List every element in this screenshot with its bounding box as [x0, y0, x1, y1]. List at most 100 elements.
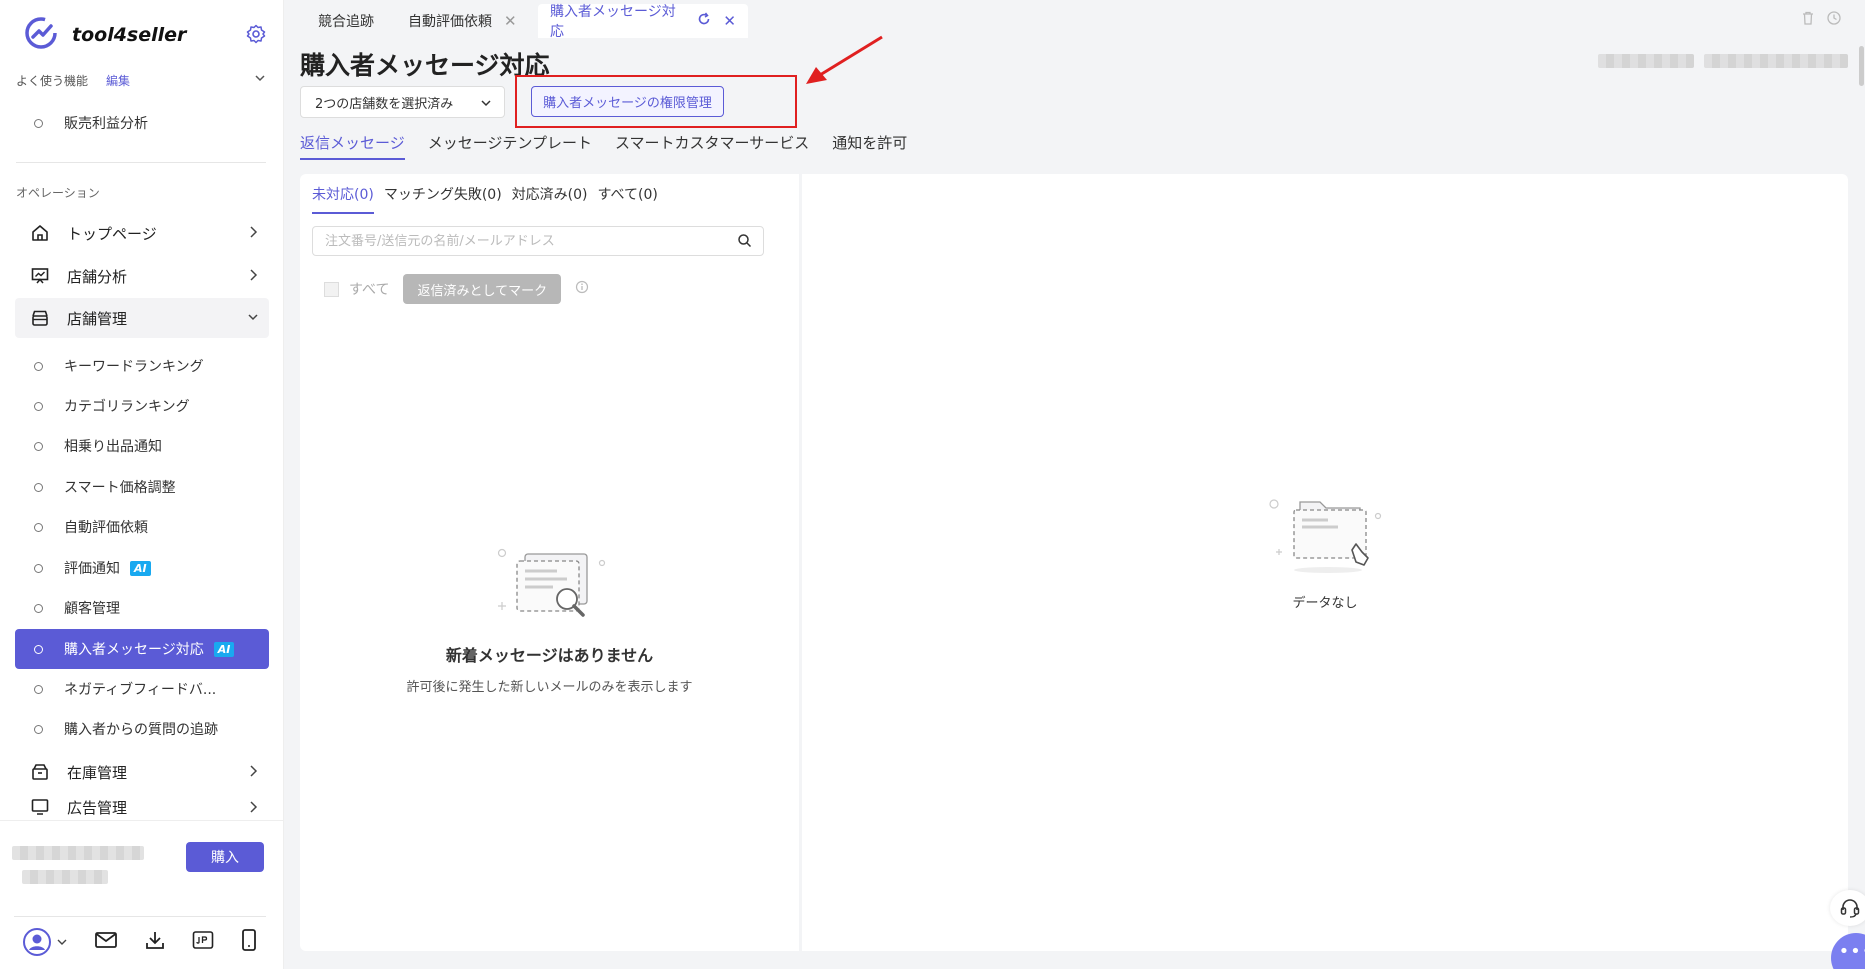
favorites-edit-link[interactable]: 編集	[106, 72, 130, 89]
sidebar-item-buyer-messages[interactable]: 購入者メッセージ対応 AI	[15, 629, 269, 669]
bullet-icon	[34, 441, 43, 451]
store-info-blurred	[1704, 54, 1848, 68]
filter-tab-handled[interactable]: 対応済み(0)	[512, 184, 588, 214]
select-all-checkbox[interactable]	[324, 281, 339, 297]
bullet-icon	[34, 361, 43, 371]
bullet-icon	[34, 644, 43, 654]
close-icon[interactable]: ✕	[723, 12, 736, 30]
empty-state-subtitle: 許可後に発生した新しいメールのみを表示します	[406, 680, 693, 695]
sidebar-item-review-alert[interactable]: 評価通知 AI	[15, 550, 269, 586]
store-select[interactable]: 2つの店舗数を選択済み	[300, 86, 505, 118]
message-detail-panel: データなし	[802, 174, 1848, 951]
trash-icon[interactable]	[1800, 10, 1816, 30]
menu-item-store-analysis[interactable]: 店舗分析	[15, 256, 269, 296]
refresh-icon[interactable]	[697, 12, 711, 30]
filter-tab-match-failed[interactable]: マッチング失敗(0)	[384, 184, 502, 214]
user-info-blurred	[1598, 54, 1694, 68]
filter-tab-all[interactable]: すべて(0)	[598, 184, 658, 214]
empty-inbox-illustration-icon	[485, 548, 615, 638]
chevron-down-icon	[247, 310, 259, 328]
bullet-icon	[34, 684, 43, 694]
inventory-box-icon	[29, 761, 51, 783]
bullet-icon	[34, 563, 43, 573]
tab-buyer-messages[interactable]: 購入者メッセージ対応 ✕	[538, 4, 748, 40]
close-icon[interactable]: ✕	[504, 12, 517, 30]
bullet-icon	[34, 401, 43, 411]
search-input[interactable]	[312, 226, 764, 256]
page-title: 購入者メッセージ対応	[300, 51, 550, 80]
bullet-icon	[34, 724, 43, 734]
gear-icon[interactable]	[246, 24, 266, 48]
sidebar-item-hijack-alert[interactable]: 相乗り出品通知	[15, 428, 269, 464]
empty-state-title: 新着メッセージはありません	[445, 646, 654, 665]
favorites-label: よく使う機能	[16, 74, 89, 88]
chevron-right-icon	[247, 225, 259, 243]
info-icon[interactable]	[575, 280, 589, 298]
ai-badge: AI	[213, 641, 235, 657]
tab-bar: 競合追跡 自動評価依頼 ✕ 購入者メッセージ対応 ✕	[284, 0, 1865, 40]
chevron-down-icon[interactable]	[254, 72, 266, 87]
download-icon[interactable]	[144, 929, 166, 955]
annotation-arrow-icon	[806, 35, 883, 84]
mark-replied-button[interactable]: 返信済みとしてマーク	[403, 274, 562, 304]
subtab-allow-notifications[interactable]: 通知を許可	[832, 132, 907, 160]
subtab-smart-customer-service[interactable]: スマートカスタマーサービス	[615, 132, 809, 160]
sidebar-item-keyword-ranking[interactable]: キーワードランキング	[15, 348, 269, 384]
sub-tabs: 返信メッセージ メッセージテンプレート スマートカスタマーサービス 通知を許可	[300, 132, 930, 160]
favorite-item-profit-analysis[interactable]: 販売利益分析	[15, 105, 269, 141]
mail-icon[interactable]	[94, 930, 118, 954]
select-all-label: すべて	[349, 282, 390, 298]
buy-button[interactable]: 購入	[186, 842, 264, 872]
sidebar: tool4seller よく使う機能 編集 販売利益分析 オペレーション トップ…	[0, 0, 284, 969]
empty-state: 新着メッセージはありません 許可後に発生した新しいメールのみを表示します	[300, 544, 799, 695]
page-scrollbar[interactable]	[1859, 46, 1864, 86]
sidebar-item-negative-feedback[interactable]: ネガティブフィードバ...	[15, 671, 269, 707]
chevron-right-icon	[247, 800, 259, 818]
chart-board-icon	[29, 265, 51, 287]
search-icon[interactable]	[737, 233, 752, 252]
message-permission-button[interactable]: 購入者メッセージの権限管理	[531, 86, 724, 117]
filter-tabs: 未対応(0) マッチング失敗(0) 対応済み(0) すべて(0)	[312, 184, 668, 214]
chevron-right-icon	[247, 268, 259, 286]
region-jp-icon[interactable]	[192, 930, 214, 954]
filter-tab-pending[interactable]: 未対応(0)	[312, 184, 374, 214]
mobile-icon[interactable]	[240, 928, 258, 956]
logo-icon	[24, 16, 58, 54]
account-info-blurred	[12, 846, 144, 860]
bulk-actions: すべて 返信済みとしてマーク	[324, 274, 589, 304]
no-data-state: データなし	[802, 492, 1848, 611]
bullet-icon	[34, 603, 43, 613]
message-list-panel: 未対応(0) マッチング失敗(0) 対応済み(0) すべて(0) すべて 返信済…	[300, 174, 799, 951]
subtab-reply-messages[interactable]: 返信メッセージ	[300, 132, 405, 160]
bullet-icon	[34, 118, 43, 128]
monitor-icon	[29, 796, 51, 818]
plan-info-blurred	[22, 870, 108, 884]
section-title: オペレーション	[16, 186, 100, 200]
menu-item-inventory[interactable]: 在庫管理	[15, 752, 269, 792]
tab-competitor-tracking[interactable]: 競合追跡	[306, 4, 386, 38]
menu-item-store-management[interactable]: 店舗管理	[15, 298, 269, 338]
user-avatar-icon[interactable]	[22, 927, 68, 957]
divider	[16, 162, 266, 163]
sidebar-item-smart-pricing[interactable]: スマート価格調整	[15, 469, 269, 505]
store-icon	[29, 307, 51, 329]
favorites-header: よく使う機能 編集	[16, 72, 266, 89]
brand[interactable]: tool4seller	[24, 16, 186, 54]
sidebar-item-category-ranking[interactable]: カテゴリランキング	[15, 388, 269, 424]
sidebar-item-customer-management[interactable]: 顧客管理	[15, 590, 269, 626]
sidebar-item-review-request[interactable]: 自動評価依頼	[15, 509, 269, 545]
clock-icon[interactable]	[1826, 10, 1842, 30]
ai-badge: AI	[130, 560, 151, 576]
menu-item-top-page[interactable]: トップページ	[15, 213, 269, 253]
sidebar-item-buyer-questions[interactable]: 購入者からの質問の追跡	[15, 711, 269, 747]
bullet-icon	[34, 522, 43, 532]
menu-item-ads[interactable]: 広告管理	[15, 794, 269, 820]
chevron-right-icon	[247, 764, 259, 782]
no-data-text: データなし	[1292, 596, 1358, 611]
tab-review-request[interactable]: 自動評価依頼 ✕	[396, 4, 529, 38]
chevron-down-icon	[480, 97, 492, 113]
support-headset-icon[interactable]	[1830, 890, 1865, 926]
subtab-message-templates[interactable]: メッセージテンプレート	[428, 132, 592, 160]
bottom-toolbar	[14, 916, 266, 966]
brand-name: tool4seller	[72, 24, 187, 46]
